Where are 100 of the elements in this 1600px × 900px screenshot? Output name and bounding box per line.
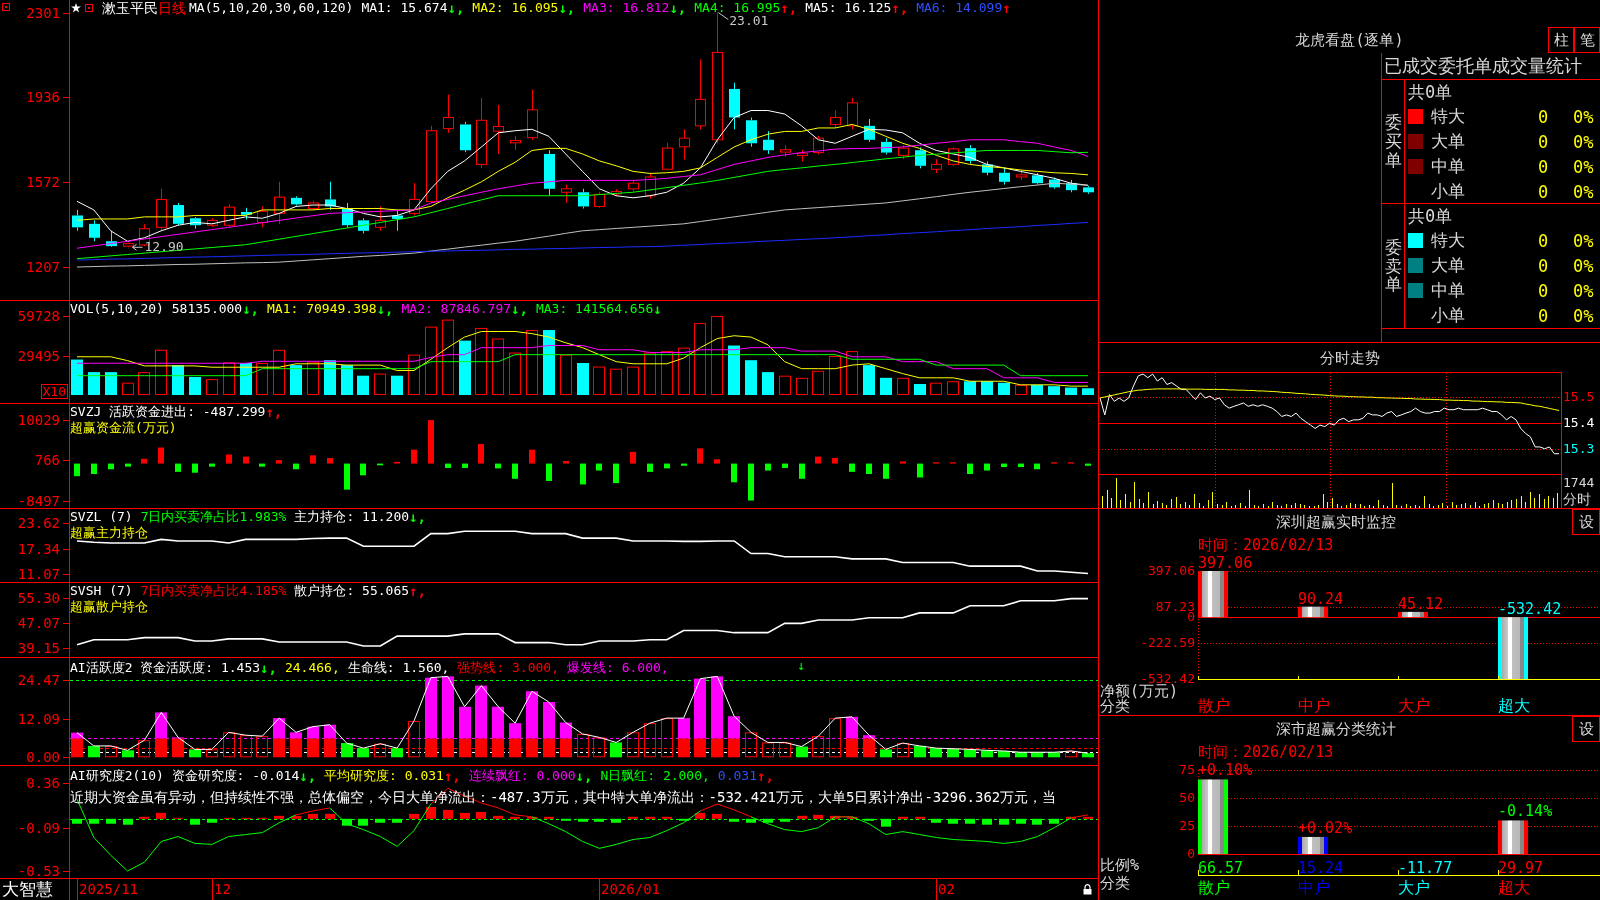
bar — [476, 811, 486, 819]
order-count: 0 — [1537, 156, 1549, 177]
bar — [799, 463, 805, 479]
square-dot-icon — [85, 4, 93, 12]
axis-tick-label: 15.3 — [1563, 442, 1595, 456]
axis-tick-label: 55.30 — [17, 591, 60, 605]
trend-arrow: ↑, — [780, 0, 798, 16]
bar — [1298, 606, 1328, 618]
bar — [274, 815, 284, 819]
candlestick — [527, 88, 538, 141]
bar — [411, 449, 417, 464]
bar — [610, 368, 622, 395]
bar — [846, 351, 858, 395]
bar — [125, 463, 131, 467]
bar — [223, 362, 235, 395]
bar — [930, 382, 942, 395]
bar — [829, 355, 841, 395]
bar — [897, 377, 909, 395]
bar — [797, 815, 807, 819]
settings-button[interactable]: 设 — [1572, 509, 1600, 535]
candlestick — [476, 97, 487, 169]
panel-title: 龙虎看盘(逐单) — [1295, 31, 1404, 49]
legend-label: 平均研究度: 0.031 — [324, 768, 444, 784]
bar — [967, 463, 973, 475]
trend-arrow: ↑, — [891, 0, 909, 16]
period-label: 日线 — [158, 0, 186, 16]
order-count: 0 — [1537, 305, 1549, 326]
bar — [900, 461, 906, 464]
legend-label: 7日内买卖净占比4.185% — [140, 583, 287, 599]
view-toggle-button[interactable]: 笔 — [1574, 27, 1600, 53]
trend-arrow: ↑, — [409, 583, 426, 599]
bar — [746, 818, 756, 823]
brand-label: 大智慧 — [2, 880, 53, 899]
bar — [445, 463, 451, 468]
category-label: 超大 — [1498, 878, 1530, 897]
order-size-label: 小单 — [1431, 304, 1465, 325]
bar — [190, 818, 200, 825]
date-label: 2025/11 — [79, 881, 138, 898]
bar — [883, 463, 889, 479]
bar — [310, 455, 316, 464]
order-percent: 0% — [1573, 255, 1594, 276]
bar — [712, 813, 722, 819]
trend-arrow: ↑ — [1002, 0, 1011, 16]
bar — [443, 809, 453, 819]
bar — [832, 457, 838, 464]
candlestick — [89, 219, 100, 242]
bar — [391, 375, 403, 395]
bar — [999, 818, 1009, 825]
axis-tick-label: -0.53 — [17, 864, 60, 878]
bar — [1016, 818, 1026, 824]
bar — [630, 451, 636, 464]
ratio-label: 66.57 — [1198, 859, 1244, 877]
bar — [91, 463, 97, 475]
bar — [141, 458, 147, 464]
bar — [325, 813, 335, 819]
trend-arrow: ↓, — [376, 301, 394, 317]
trend-arrow: ↓, — [299, 768, 317, 784]
legend-label: 7日内买卖净占比1.983% — [140, 509, 287, 525]
change-label: +0.10% — [1198, 763, 1253, 779]
bar — [493, 815, 503, 819]
order-size-label: 小单 — [1431, 180, 1465, 201]
axis-tick-label: 766 — [34, 453, 60, 468]
indicator-subtitle: 超赢资金流(万元) — [70, 420, 178, 436]
settings-button[interactable]: 设 — [1572, 716, 1600, 742]
axis-tick-label: 0 — [1187, 612, 1195, 623]
axis-title: 分类 — [1100, 699, 1130, 714]
order-percent: 0% — [1573, 181, 1594, 202]
order-total: 共0单 — [1408, 206, 1453, 226]
bar — [88, 372, 100, 395]
view-toggle-button[interactable]: 柱 — [1548, 27, 1574, 53]
axis-tick-label: 1207 — [26, 259, 60, 274]
candlestick — [746, 116, 757, 148]
bar — [172, 365, 184, 395]
order-total: 共0单 — [1408, 82, 1453, 102]
bar — [259, 463, 265, 467]
axis-tick-label: 75 — [1179, 765, 1195, 775]
order-count: 0 — [1537, 255, 1549, 276]
bar — [1065, 387, 1077, 395]
date-label: 02 — [938, 881, 955, 898]
axis-tick-label: 11.07 — [17, 567, 60, 581]
timestamp: 时间：2026/02/13 — [1198, 743, 1334, 761]
candlestick — [578, 188, 589, 210]
bar — [189, 377, 201, 395]
bar — [243, 456, 249, 464]
bar — [344, 463, 350, 490]
bar — [273, 349, 285, 395]
bar — [324, 360, 336, 395]
bar — [863, 738, 875, 758]
order-size-label: 大单 — [1431, 130, 1465, 151]
axis-tick-label: 29495 — [17, 349, 60, 363]
bar — [729, 818, 739, 822]
panel-title: 分时走势 — [1319, 348, 1380, 367]
price-annotation: 12.90 — [144, 240, 184, 255]
legend-label: 主力持仓: 11.200 — [294, 509, 410, 525]
bar — [426, 806, 436, 819]
bar — [846, 716, 858, 739]
axis-tick-label: 25 — [1179, 821, 1195, 831]
trend-arrow: ↓, — [511, 301, 528, 317]
axis-title: 分类 — [1100, 874, 1131, 892]
side-label: 委卖单 — [1384, 237, 1402, 295]
